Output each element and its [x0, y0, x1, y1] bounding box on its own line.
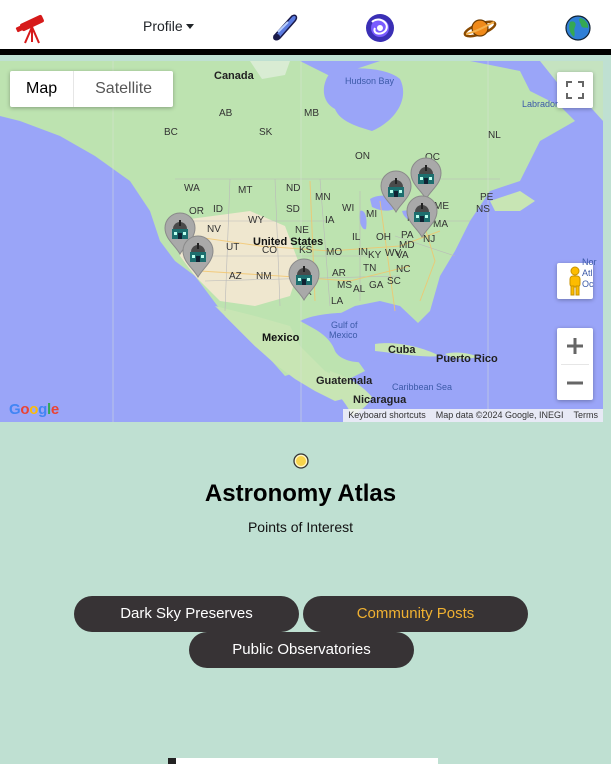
profile-label: Profile	[143, 18, 183, 34]
map-label-nl: NL	[488, 130, 501, 141]
map-label-id: ID	[213, 204, 223, 215]
map-label-ne: NE	[295, 225, 309, 236]
observatory-marker[interactable]	[287, 257, 321, 302]
map-label-mn: MN	[315, 192, 331, 203]
zoom-in-icon	[567, 338, 583, 354]
map-label-edge-atl: Atl	[582, 268, 593, 278]
caret-down-icon	[185, 24, 194, 29]
comet-icon[interactable]	[266, 10, 302, 46]
compass-icon	[293, 453, 309, 469]
zoom-out-icon	[567, 381, 583, 384]
map-label-nicaragua: Nicaragua	[353, 394, 407, 406]
filter-dark-sky-preserves[interactable]: Dark Sky Preserves	[74, 596, 299, 632]
map-type-control: Map Satellite	[10, 71, 174, 107]
map-label-labrador: Labrador	[522, 99, 559, 109]
map-label-wy: WY	[248, 215, 265, 226]
map-label-in: IN	[358, 247, 368, 258]
map-label-bc: BC	[164, 127, 178, 138]
google-logo-o1: o	[20, 401, 30, 418]
map-data-attribution: Map data ©2024 Google, INEGI	[435, 410, 564, 420]
map-label-puerto-rico: Puerto Rico	[436, 353, 498, 365]
google-logo-e: e	[50, 401, 59, 418]
map-label-edge-nor: Nor	[582, 257, 597, 267]
map-label-gulf-2: Mexico	[329, 330, 358, 340]
map-label-ga: GA	[369, 280, 384, 291]
fullscreen-button[interactable]	[557, 72, 593, 108]
map-label-la: LA	[331, 296, 344, 307]
map-label-ky: KY	[368, 250, 382, 261]
map-view[interactable]: Map Satellite Canada Hudson Bay Labrador…	[0, 61, 603, 422]
map-label-canada: Canada	[214, 70, 254, 82]
map-label-pe: PE	[480, 192, 494, 203]
map-label-hudson-bay: Hudson Bay	[345, 76, 395, 86]
profile-dropdown[interactable]: Profile	[143, 18, 194, 34]
map-label-mi: MI	[366, 209, 378, 220]
top-navbar: Profile	[0, 0, 611, 55]
cut-off-content	[168, 758, 438, 764]
map-label-va: VA	[396, 250, 409, 261]
map-label-sc: SC	[387, 276, 401, 287]
filter-public-observatories[interactable]: Public Observatories	[189, 632, 414, 668]
google-logo: Google	[9, 401, 59, 418]
observatory-marker[interactable]	[181, 234, 215, 279]
map-label-edge-oc: Oc	[582, 279, 594, 289]
observatory-marker[interactable]	[405, 194, 439, 239]
terms-link[interactable]: Terms	[569, 409, 604, 422]
google-logo-o2: o	[29, 401, 39, 418]
map-label-ar: AR	[332, 268, 346, 279]
keyboard-shortcuts-link[interactable]: Keyboard shortcuts	[343, 409, 431, 422]
map-label-ms: MS	[337, 280, 352, 291]
map-label-sd: SD	[286, 204, 300, 215]
saturn-icon[interactable]	[462, 10, 498, 46]
map-label-ut: UT	[226, 242, 240, 253]
map-label-al: AL	[353, 284, 366, 295]
map-label-mb: MB	[304, 108, 319, 119]
map-label-on: ON	[355, 151, 370, 162]
map-label-mexico: Mexico	[262, 332, 300, 344]
map-label-nm: NM	[256, 271, 272, 282]
telescope-icon[interactable]	[14, 10, 50, 46]
map-label-sk: SK	[259, 127, 273, 138]
map-label-ns: NS	[476, 204, 490, 215]
map-label-caribbean: Caribbean Sea	[392, 382, 453, 392]
page-title: Astronomy Atlas	[204, 480, 397, 507]
zoom-out-button[interactable]	[557, 365, 593, 400]
map-attribution: Keyboard shortcuts Map data ©2024 Google…	[343, 409, 603, 422]
google-logo-g2: g	[38, 401, 47, 418]
map-label-mo: MO	[326, 247, 343, 258]
map-type-satellite-button[interactable]: Satellite	[73, 71, 173, 107]
page-subtitle: Points of Interest	[247, 519, 354, 535]
map-label-ia: IA	[325, 215, 335, 226]
map-label-united-states: United States	[253, 236, 324, 248]
earth-icon[interactable]	[560, 10, 596, 46]
zoom-in-button[interactable]	[557, 328, 593, 364]
map-label-gulf: Gulf of	[331, 320, 358, 330]
map-type-map-button[interactable]: Map	[10, 71, 73, 107]
map-label-guatemala: Guatemala	[316, 375, 373, 387]
map-label-nc: NC	[396, 264, 411, 275]
map-label-oh: OH	[376, 232, 391, 243]
galaxy-icon[interactable]	[362, 10, 398, 46]
map-label-cuba: Cuba	[388, 344, 416, 356]
map-label-mt: MT	[238, 185, 253, 196]
map-label-wi: WI	[342, 203, 355, 214]
zoom-control	[557, 328, 593, 400]
map-label-nd: ND	[286, 183, 301, 194]
map-label-tn: TN	[363, 263, 377, 274]
filter-community-posts[interactable]: Community Posts	[303, 596, 528, 632]
google-logo-g: G	[9, 401, 21, 418]
map-label-wa: WA	[184, 183, 200, 194]
map-label-ab: AB	[219, 108, 233, 119]
map-label-az: AZ	[229, 271, 242, 282]
fullscreen-icon	[566, 81, 584, 99]
map-label-il: IL	[352, 232, 361, 243]
